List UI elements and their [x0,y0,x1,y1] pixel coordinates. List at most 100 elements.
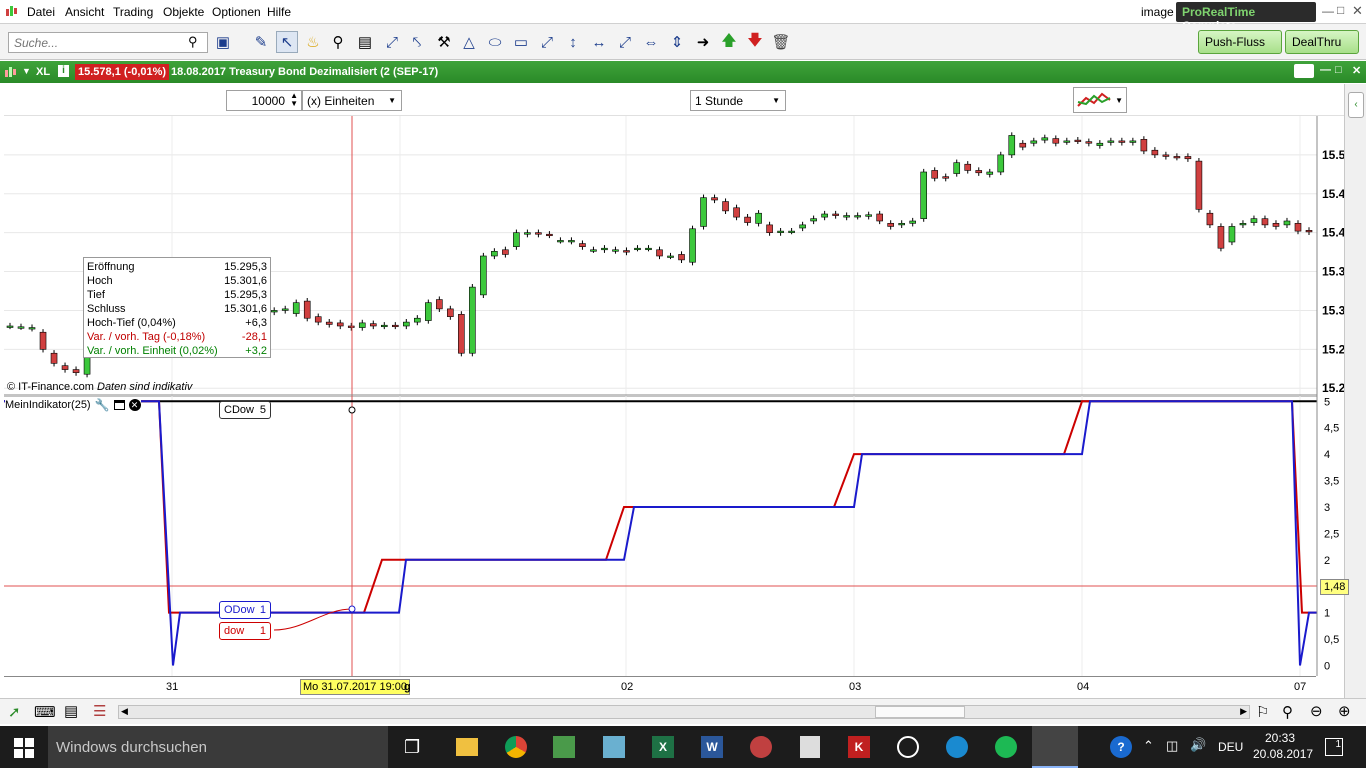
triangle-icon[interactable]: △ [458,31,480,53]
taskbar-search[interactable]: Windows durchsuchen [48,726,388,768]
panel-close-icon[interactable]: ✕ [1352,64,1361,77]
indicator-icon[interactable]: ⌨ [34,703,56,721]
menu-ansicht[interactable]: Ansicht [65,5,104,19]
app-icon-6[interactable] [946,736,968,758]
list-icon[interactable]: ▤ [64,702,78,720]
notification-icon[interactable]: 1 [1325,738,1343,756]
explorer-icon[interactable] [456,738,478,756]
window-icon[interactable] [113,400,125,410]
zoom-out-icon[interactable]: ⊖ [1310,702,1323,720]
window-close-icon[interactable]: ✕ [1352,3,1363,19]
arrow-up-icon[interactable]: 🡅 [718,31,740,53]
scroll-left-icon[interactable]: ◀ [121,706,128,717]
info-label: Hoch [87,275,113,287]
app-icon-1[interactable] [553,736,575,758]
chart-type-icon[interactable]: ➚ [8,703,21,721]
window-maximize-icon[interactable]: □ [1337,3,1344,17]
side-toggle-icon[interactable]: ‹ [1348,92,1364,118]
candle-body [711,197,718,201]
app-icon-3[interactable] [750,736,772,758]
chrome-icon[interactable] [505,736,527,758]
windows-start-icon[interactable] [14,738,34,758]
zoom-fit-icon[interactable]: ⚐ [1256,703,1269,721]
tray-chevron-icon[interactable]: ⌃ [1143,738,1154,754]
scroll-thumb[interactable] [875,706,965,718]
trash-icon[interactable]: 🗑 [770,31,792,53]
info-value: 15.301,6 [224,303,267,315]
menu-hilfe[interactable]: Hilfe [267,5,291,19]
indicator-chart[interactable]: 54,543,532,521,510,50 [4,396,1344,676]
screen-icon[interactable]: ▣ [212,31,234,53]
keyboard-icon[interactable] [1294,64,1314,78]
trendline-icon[interactable]: ⤢ [381,31,403,53]
scroll-right-icon[interactable]: ▶ [1240,706,1247,717]
clock-time[interactable]: 20:33 [1265,731,1295,745]
calculator-icon[interactable] [800,736,820,758]
ray-icon[interactable]: ⤢ [536,31,558,53]
zoom-reset-icon[interactable]: ⚲ [1282,703,1293,721]
v-segment-icon[interactable]: ⇕ [666,31,688,53]
horizontal-line-icon[interactable]: ↔ [588,31,610,53]
rectangle-icon[interactable]: ▭ [510,31,532,53]
candle-body [986,171,994,175]
menu-datei[interactable]: Datei [27,5,55,19]
info-icon[interactable]: i [58,65,69,77]
cdow-marker [348,406,356,414]
zoom-icon[interactable]: ⚲ [327,31,349,53]
stepper-arrows-icon[interactable]: ▲ ▼ [290,92,298,108]
interval-select[interactable]: 1 Stunde ▼ [690,90,786,111]
dealthru-button[interactable]: DealThru [1285,30,1359,54]
search-icon[interactable]: ⚲ [188,34,198,50]
push-fluss-button[interactable]: Push-Fluss [1198,30,1282,54]
dow-label: dow [224,625,245,637]
language-indicator[interactable]: DEU [1218,740,1243,754]
menu-objekte[interactable]: Objekte [163,5,204,19]
arrow-right-icon[interactable]: ➜ [692,31,714,53]
line-icon[interactable]: ⤢ [614,31,636,53]
app-icon-2[interactable] [603,736,625,758]
search-input[interactable] [8,32,208,53]
scope-dropdown-icon[interactable]: ▼ [22,66,31,76]
horizontal-scrollbar[interactable]: ◀ ▶ [118,705,1250,719]
quantity-value: 10000 [251,94,285,108]
menu-trading[interactable]: Trading [113,5,153,19]
spotify-icon[interactable] [995,736,1017,758]
app-icon-5[interactable] [897,736,919,758]
candle-body [39,331,47,350]
ellipse-icon[interactable]: ⬭ [484,31,506,53]
excel-icon[interactable]: X [652,736,674,758]
channel-icon[interactable]: ⤣ [406,31,428,53]
scope-label[interactable]: XL [36,66,50,78]
volume-icon[interactable]: 🔊 [1190,737,1206,753]
h-segment-icon[interactable]: ⇔ [640,31,662,53]
close-circle-icon[interactable]: ✕ [128,399,141,411]
candle-body [909,220,916,224]
panel-maximize-icon[interactable]: □ [1335,64,1342,76]
cursor-icon[interactable]: ↖ [276,31,298,53]
candle-body [436,299,443,310]
panel-minimize-icon[interactable]: — [1320,64,1331,76]
menu-optionen[interactable]: Optionen [212,5,261,19]
ruler-icon[interactable]: ✎ [250,31,272,53]
wrench-icon[interactable]: 🔧 [95,398,110,412]
indicator-menu-button[interactable]: ▼ [1073,87,1127,113]
tools-icon[interactable]: ⚒ [433,31,455,53]
image-label[interactable]: image [1141,5,1174,19]
alarm-icon[interactable]: ♨ [302,31,324,53]
arrow-down-icon[interactable]: 🡇 [744,31,766,53]
candle-body [590,249,597,252]
text-icon[interactable]: ▤ [354,31,376,53]
clock-date[interactable]: 20.08.2017 [1253,747,1313,761]
layers-icon[interactable]: ☰ [93,702,106,720]
window-minimize-icon[interactable]: — [1322,4,1334,18]
word-icon[interactable]: W [701,736,723,758]
zoom-in-icon[interactable]: ⊕ [1338,702,1351,720]
help-icon[interactable]: ? [1110,736,1132,758]
vertical-line-icon[interactable]: ↕ [562,31,584,53]
units-select[interactable]: (x) Einheiten ▼ [302,90,402,111]
quantity-stepper[interactable]: 10000 ▲ ▼ [226,90,302,111]
app-icon-4[interactable]: K [848,736,870,758]
prorealtime-taskbar-icon[interactable] [1032,726,1078,768]
network-icon[interactable]: ◫ [1166,738,1178,754]
task-view-icon[interactable]: ❐ [404,737,420,758]
